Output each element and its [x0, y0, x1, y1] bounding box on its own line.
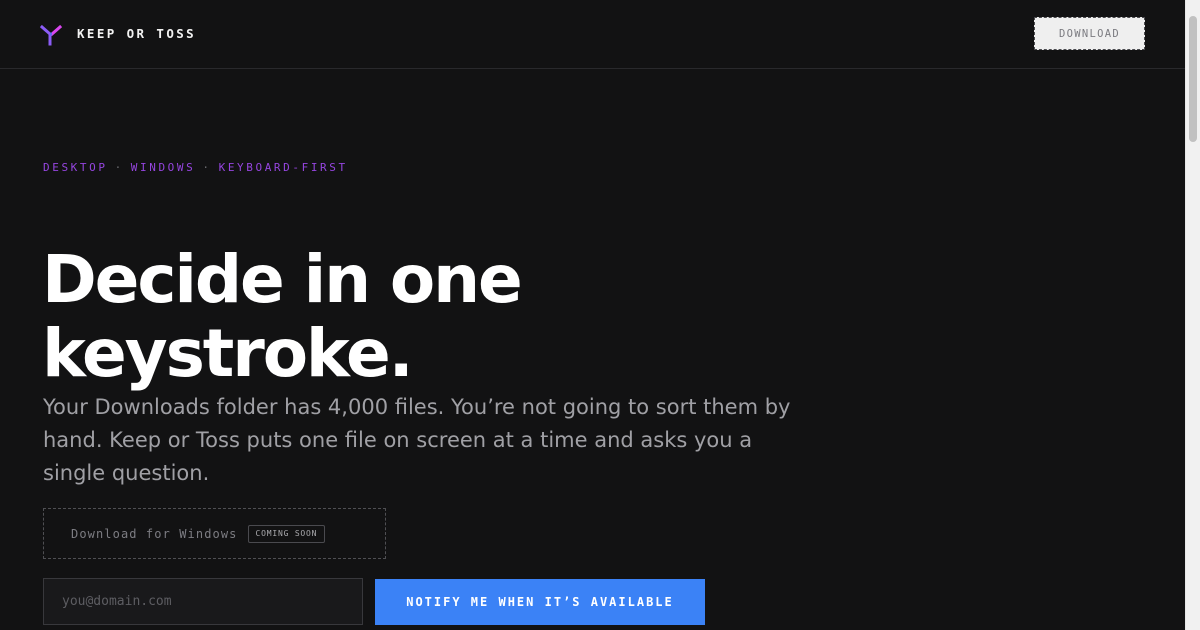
scrollbar-thumb[interactable]	[1189, 16, 1197, 142]
header-download-button[interactable]: DOWNLOAD	[1034, 17, 1145, 50]
notify-button[interactable]: NOTIFY ME WHEN IT’S AVAILABLE	[375, 579, 705, 625]
tag-keyboard-first: KEYBOARD-FIRST	[218, 161, 348, 174]
tag-windows: WINDOWS	[130, 161, 196, 174]
branching-y-logo-icon[interactable]	[40, 24, 62, 46]
hero-title-line-two: keystroke.	[42, 315, 414, 393]
hero-description: Your Downloads folder has 4,000 files. Y…	[43, 395, 791, 485]
site-header: KEEP OR TOSS DOWNLOAD	[0, 0, 1185, 69]
page-scrollbar[interactable]	[1185, 0, 1200, 630]
email-input[interactable]	[43, 578, 363, 625]
tag-separator: ·	[202, 161, 212, 174]
windows-download-card[interactable]: Download for Windows COMING SOON	[43, 508, 386, 559]
platform-tags: DESKTOP · WINDOWS · KEYBOARD-FIRST	[43, 161, 348, 174]
brand-name[interactable]: KEEP OR TOSS	[77, 26, 196, 41]
tag-separator: ·	[114, 161, 124, 174]
tag-desktop: DESKTOP	[43, 161, 108, 174]
hero-title: Decide in one keystroke.	[42, 243, 722, 391]
coming-soon-badge: COMING SOON	[247, 524, 326, 543]
windows-download-label: Download for Windows	[71, 526, 238, 541]
hero-title-line-one: Decide in one	[42, 241, 523, 319]
landing-page: KEEP OR TOSS DOWNLOAD DESKTOP · WINDOWS · KE…	[0, 0, 1200, 630]
